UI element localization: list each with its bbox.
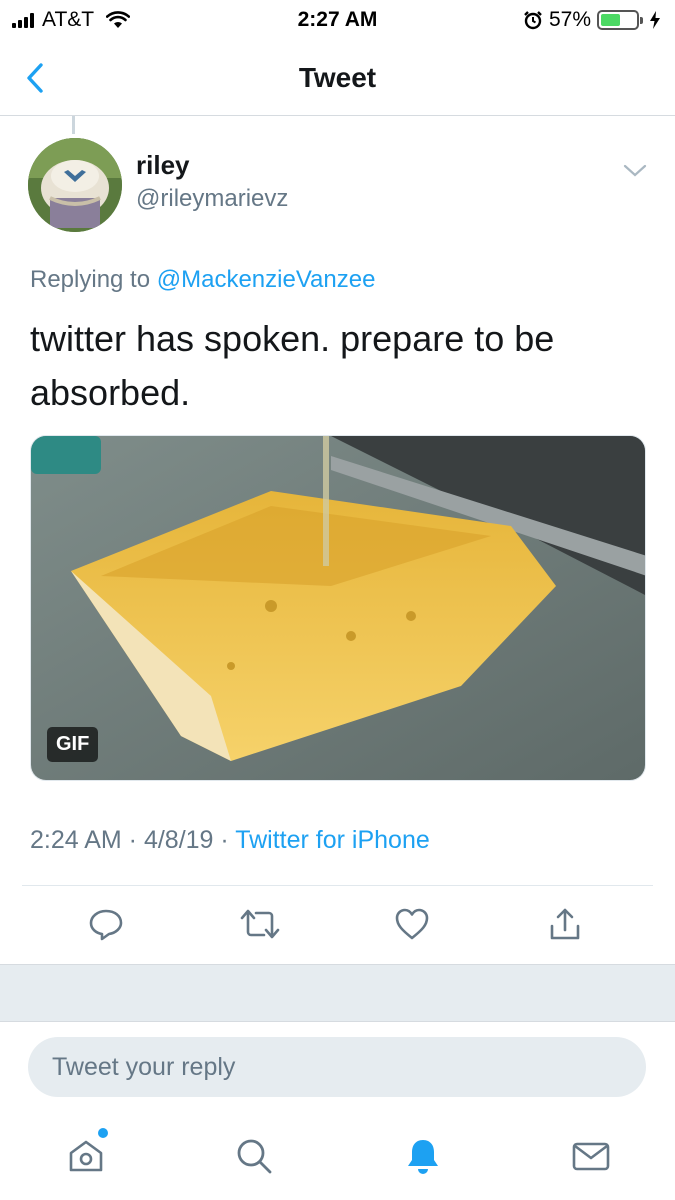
share-button[interactable] [543, 902, 587, 946]
signal-icon [12, 12, 34, 28]
tab-notifications[interactable] [399, 1132, 447, 1180]
back-button[interactable] [20, 58, 50, 98]
meta-separator: · [121, 826, 144, 854]
gif-thumbnail [31, 436, 645, 780]
tab-messages[interactable] [567, 1132, 615, 1180]
status-bar: AT&T 2:27 AM 57% [0, 0, 675, 40]
chevron-down-icon [623, 164, 647, 177]
home-new-dot [98, 1128, 108, 1138]
divider [22, 885, 653, 886]
messages-icon [572, 1142, 610, 1171]
battery-fill [601, 14, 621, 26]
like-button[interactable] [390, 902, 434, 946]
replying-prefix: Replying to [30, 266, 151, 293]
share-icon [550, 908, 580, 940]
status-right: 57% [523, 8, 661, 32]
author-handle[interactable]: @rileymarievz [136, 185, 288, 213]
thread-connector [72, 116, 75, 134]
nav-bar: Tweet [0, 40, 675, 116]
home-icon [69, 1140, 103, 1172]
tweet-text: twitter has spoken. prepare to be absorb… [30, 318, 555, 413]
reply-button[interactable] [84, 902, 128, 946]
retweet-icon [240, 909, 280, 939]
retweet-button[interactable] [238, 902, 282, 946]
tweet-date: 4/8/19 [143, 826, 214, 854]
author-name[interactable]: riley [136, 150, 190, 181]
notifications-icon [408, 1140, 438, 1174]
alarm-icon [524, 11, 542, 30]
tweet-time: 2:24 AM [30, 826, 122, 854]
tweet-actions [0, 896, 675, 956]
tab-bar [0, 1110, 675, 1200]
meta-separator: · [213, 826, 236, 854]
gif-badge: GIF [47, 727, 99, 762]
like-icon [395, 908, 429, 940]
back-chevron-icon [27, 63, 43, 93]
avatar-image [28, 138, 122, 232]
avatar[interactable] [28, 138, 122, 232]
status-left: AT&T [12, 8, 131, 32]
reply-input[interactable]: Tweet your reply [28, 1037, 646, 1097]
tab-search[interactable] [230, 1132, 278, 1180]
charging-icon [650, 11, 660, 29]
tweet-source-link[interactable]: Twitter for iPhone [235, 826, 430, 854]
tab-home[interactable] [62, 1128, 110, 1180]
wifi-icon [106, 11, 131, 28]
replying-to: Replying to @MackenzieVanzee [30, 266, 375, 294]
section-separator [0, 964, 675, 1022]
replying-mention-link[interactable]: @MackenzieVanzee [157, 266, 376, 293]
tweet-meta: 2:24 AM · 4/8/19 · Twitter for iPhone [30, 826, 430, 855]
page-title: Tweet [298, 61, 377, 93]
battery-percent: 57% [548, 8, 591, 31]
carrier-label: AT&T [42, 8, 95, 31]
search-icon [237, 1139, 272, 1174]
tweet-options-button[interactable] [620, 156, 650, 186]
tweet-media-gif[interactable]: GIF [30, 435, 646, 781]
reply-icon [89, 909, 123, 941]
battery-icon [597, 10, 643, 30]
